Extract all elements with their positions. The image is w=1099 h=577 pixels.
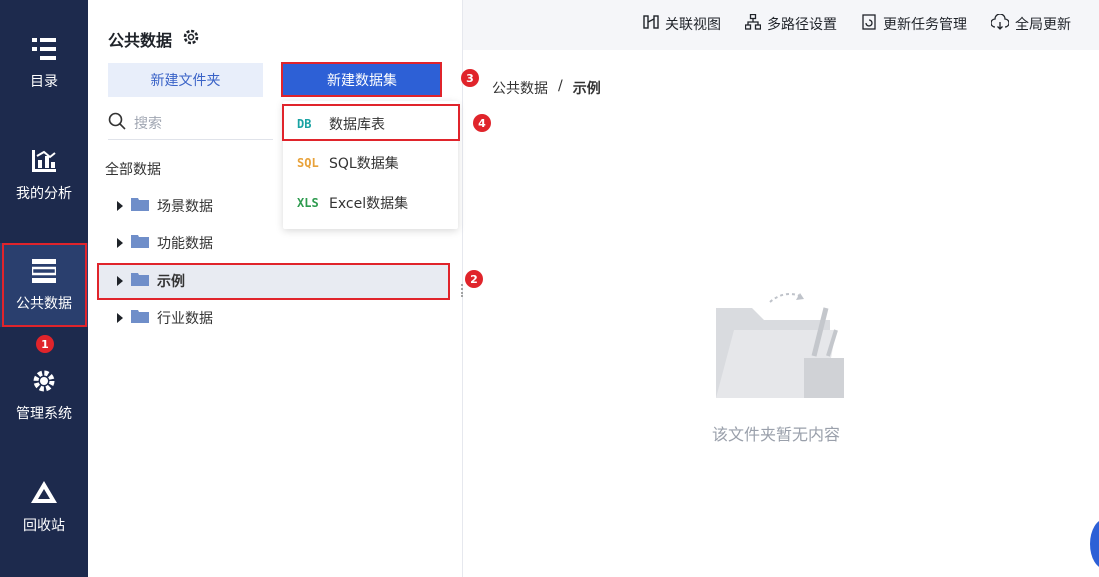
floating-help-button[interactable]	[1090, 519, 1099, 569]
empty-folder-illustration	[712, 290, 852, 409]
top-toolbar: 关联视图 多路径设置 更新任务管理 全局更新	[463, 0, 1099, 50]
breadcrumb-current: 示例	[572, 81, 601, 97]
dropdown-item-sql-dataset[interactable]: SQL SQL数据集	[283, 145, 458, 181]
multipath-button[interactable]: 多路径设置	[744, 13, 837, 34]
update-task-button[interactable]: 更新任务管理	[861, 14, 967, 34]
global-refresh-button[interactable]: 全局更新	[990, 13, 1071, 34]
nav-label: 回收站	[23, 518, 65, 534]
step-badge: 1	[36, 335, 54, 353]
toolbar-label: 更新任务管理	[883, 17, 967, 33]
highlight-box-nav	[2, 243, 87, 327]
search-box[interactable]: 搜索	[108, 106, 273, 140]
breadcrumb: 公共数据 / 示例	[492, 78, 601, 98]
app-root: 目录 我的分析 公共数据 管理系统 回收站 1 公共数据 新建文件夹 新建数据集…	[0, 0, 1099, 577]
tree-item[interactable]: 功能数据	[98, 225, 448, 261]
gear-icon	[30, 367, 58, 395]
resize-handle[interactable]	[460, 282, 464, 297]
step-badge: 3	[461, 69, 479, 87]
toolbar-label: 关联视图	[665, 17, 721, 33]
multipath-icon	[744, 13, 762, 34]
highlight-box-tree	[97, 263, 450, 300]
excel-icon: XLS	[297, 196, 319, 210]
nav-item-analysis[interactable]: 我的分析	[0, 147, 88, 203]
panel-title-text: 公共数据	[108, 31, 173, 50]
sql-icon: SQL	[297, 156, 319, 170]
recycle-icon	[30, 479, 58, 507]
caret-right-icon[interactable]	[117, 201, 123, 211]
toolbar-label: 多路径设置	[767, 17, 837, 33]
panel-title: 公共数据	[108, 27, 200, 51]
step-badge: 2	[465, 270, 483, 288]
caret-right-icon[interactable]	[117, 238, 123, 248]
cloud-refresh-icon	[990, 13, 1010, 34]
dropdown-item-label: SQL数据集	[329, 156, 399, 172]
nav-label: 目录	[30, 74, 58, 90]
nav-label: 管理系统	[16, 406, 72, 422]
tree-item-label: 场景数据	[157, 199, 213, 215]
tree-item-label: 功能数据	[157, 236, 213, 252]
relation-view-icon	[643, 14, 659, 34]
all-data-label[interactable]: 全部数据	[105, 159, 161, 179]
toolbar-items: 关联视图 多路径设置 更新任务管理 全局更新	[643, 13, 1071, 34]
dropdown-item-excel-dataset[interactable]: XLS Excel数据集	[283, 185, 458, 221]
nav-item-catalog[interactable]: 目录	[0, 35, 88, 91]
folder-icon	[131, 197, 149, 215]
breadcrumb-separator: /	[558, 78, 563, 94]
step-badge: 4	[473, 114, 491, 132]
update-task-icon	[861, 14, 877, 34]
search-placeholder: 搜索	[134, 115, 162, 132]
relation-view-button[interactable]: 关联视图	[643, 14, 721, 34]
caret-right-icon[interactable]	[117, 313, 123, 323]
nav-label: 我的分析	[16, 186, 72, 202]
catalog-icon	[30, 35, 58, 63]
settings-icon[interactable]	[182, 28, 200, 50]
folder-icon	[131, 234, 149, 252]
folder-icon	[131, 309, 149, 327]
highlight-box-new-dataset	[281, 62, 442, 97]
search-icon	[108, 112, 126, 134]
nav-item-admin[interactable]: 管理系统	[0, 367, 88, 423]
highlight-box-db-table	[282, 104, 460, 141]
tree-item-label: 行业数据	[157, 311, 213, 327]
breadcrumb-root[interactable]: 公共数据	[492, 78, 548, 98]
empty-state-text: 该文件夹暂无内容	[712, 425, 841, 444]
toolbar-label: 全局更新	[1015, 17, 1071, 33]
analysis-icon	[30, 147, 58, 175]
tree-item[interactable]: 行业数据	[98, 300, 448, 336]
new-folder-button[interactable]: 新建文件夹	[108, 63, 263, 97]
nav-item-recycle[interactable]: 回收站	[0, 479, 88, 535]
dropdown-item-label: Excel数据集	[329, 196, 409, 212]
